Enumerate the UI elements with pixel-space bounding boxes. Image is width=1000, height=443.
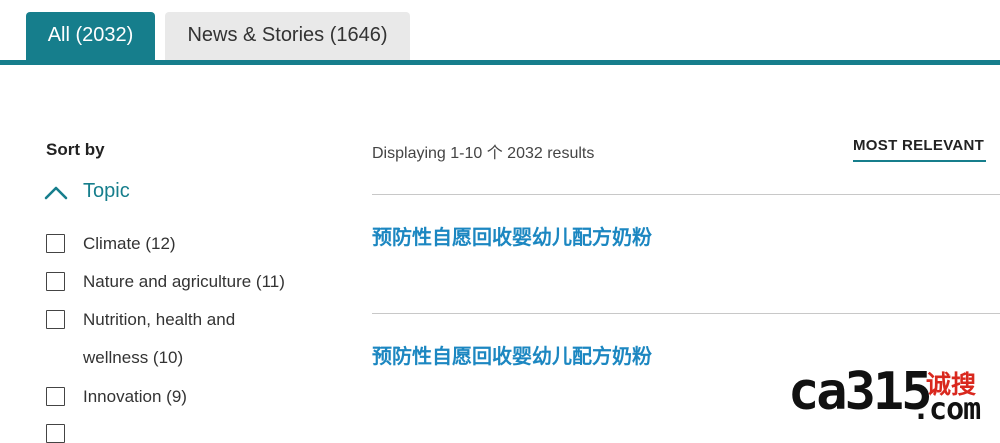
tab-news-and-stories[interactable]: News & Stories (1646) (165, 12, 410, 60)
facet-option-label: Nature and agriculture (11) (83, 272, 285, 291)
result-title-link[interactable]: 预防性自愿回收婴幼儿配方奶粉 (372, 340, 652, 369)
divider (372, 194, 1000, 195)
results-count: Displaying 1-10 个 2032 results (372, 145, 595, 162)
sort-active-underline (853, 160, 986, 162)
watermark-logo: ca315 诚搜 .com (788, 362, 993, 427)
facet-option-label: Innovation (9) (83, 387, 187, 406)
divider (372, 313, 1000, 314)
facet-option-partial[interactable] (46, 424, 65, 443)
watermark-logo-suffix: .com (912, 392, 981, 427)
checkbox[interactable] (46, 387, 65, 406)
sort-by-heading: Sort by (46, 140, 105, 159)
sort-most-relevant[interactable]: MOST RELEVANT (853, 137, 984, 154)
checkbox[interactable] (46, 234, 65, 253)
checkbox[interactable] (46, 272, 65, 291)
facet-option-nature-and-agriculture[interactable]: Nature and agriculture (11) (46, 272, 323, 301)
checkbox[interactable] (46, 310, 65, 329)
chevron-up-icon (44, 186, 68, 199)
facet-option-label: Climate (12) (83, 234, 176, 253)
facet-option-label: Nutrition, health and wellness (10) (83, 310, 236, 367)
tab-bar-underline (0, 60, 1000, 65)
checkbox[interactable] (46, 424, 65, 443)
facet-option-nutrition-health-wellness[interactable]: Nutrition, health and wellness (10) (46, 310, 263, 377)
tab-bar: All (2032) News & Stories (1646) (0, 0, 1000, 66)
tab-all[interactable]: All (2032) (26, 12, 155, 60)
facet-option-innovation[interactable]: Innovation (9) (46, 387, 323, 416)
topic-facet-label: Topic (83, 180, 130, 202)
result-title-link[interactable]: 预防性自愿回收婴幼儿配方奶粉 (372, 221, 652, 250)
topic-facet-toggle[interactable]: Topic (44, 180, 130, 203)
watermark-logo-text: ca315 (788, 362, 933, 422)
facet-option-climate[interactable]: Climate (12) (46, 234, 323, 263)
